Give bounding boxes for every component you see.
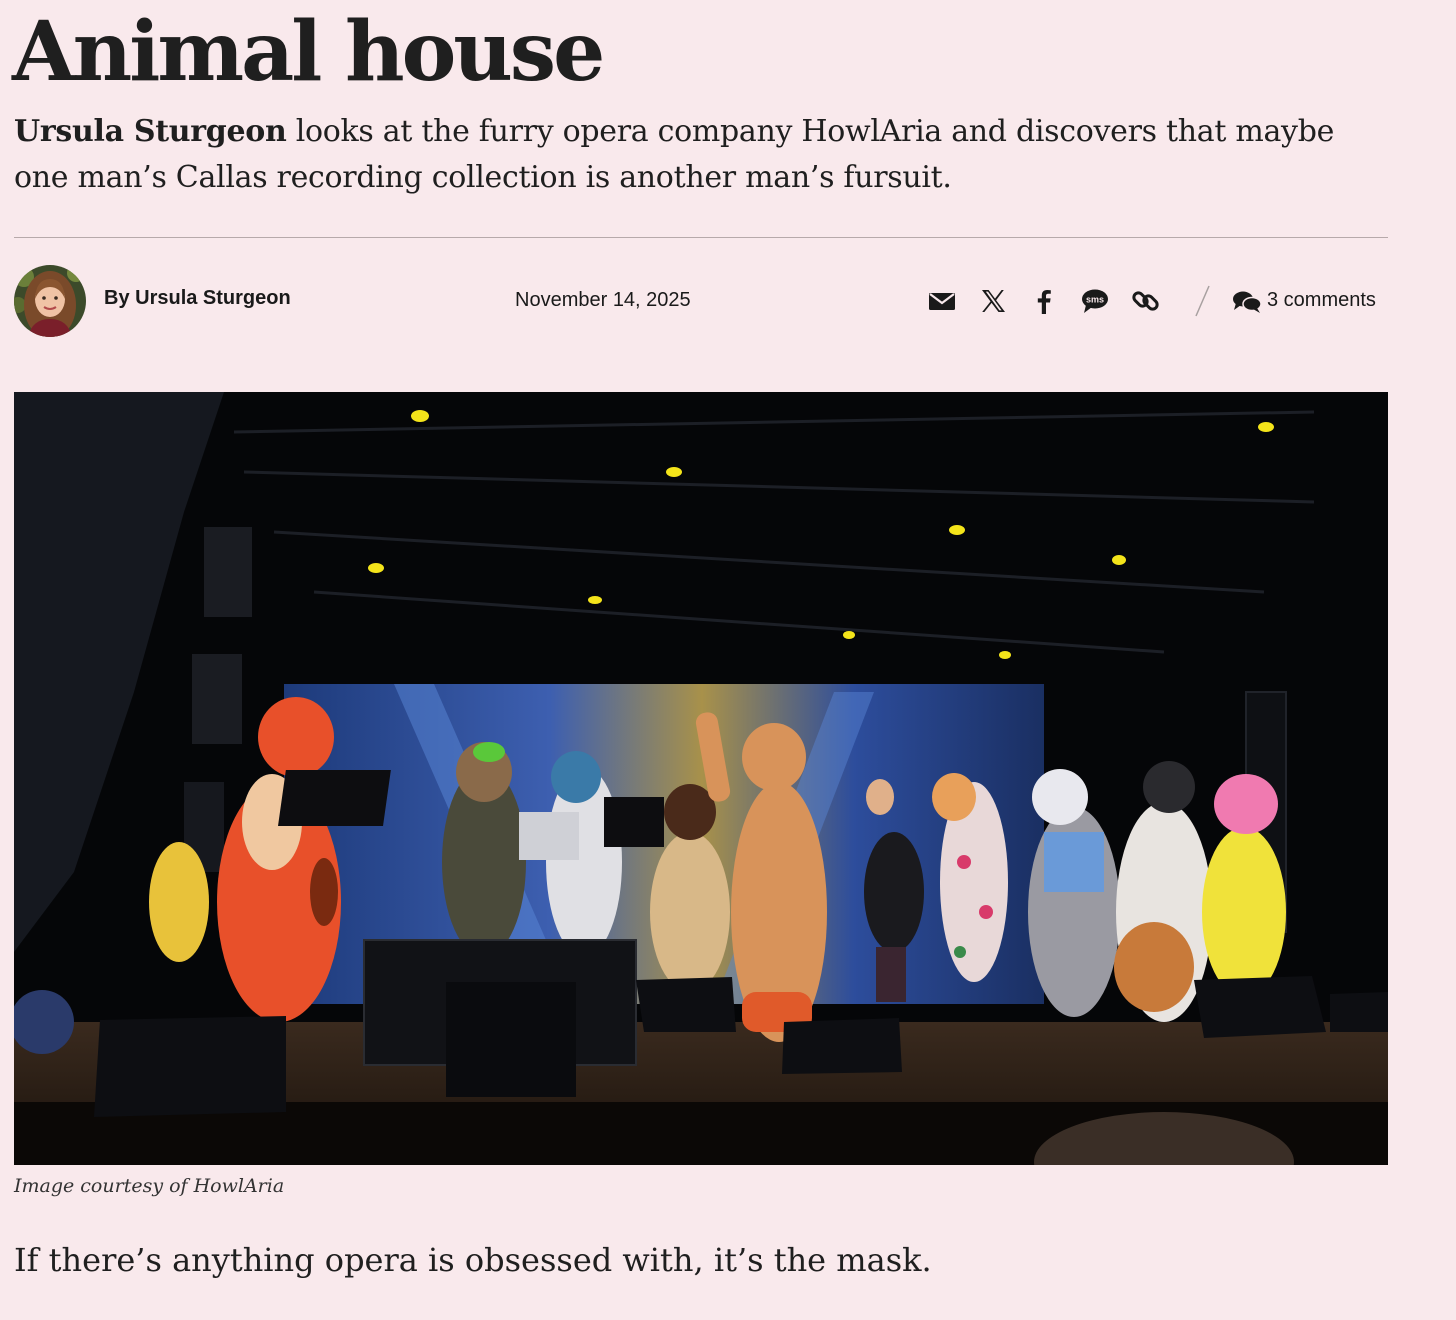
byline-author-link[interactable]: By Ursula Sturgeon — [104, 287, 291, 310]
byline-bar: By Ursula Sturgeon November 14, 2025 sms — [14, 265, 1388, 339]
link-icon[interactable] — [1130, 285, 1162, 317]
share-divider — [1190, 283, 1214, 319]
sms-icon-label: sms — [1086, 294, 1104, 304]
standfirst-author[interactable]: Ursula Sturgeon — [14, 114, 287, 149]
email-icon[interactable] — [926, 285, 958, 317]
header-divider — [14, 237, 1388, 238]
comments-icon — [1233, 291, 1262, 313]
article-title: Animal house — [12, 4, 605, 100]
author-avatar[interactable] — [14, 265, 86, 337]
article-first-paragraph: If there’s anything opera is obsessed wi… — [14, 1241, 932, 1279]
sms-icon[interactable]: sms — [1079, 285, 1111, 317]
comments-count: 3 comments — [1267, 289, 1376, 311]
facebook-icon[interactable] — [1028, 285, 1060, 317]
article-standfirst: Ursula Sturgeon looks at the furry opera… — [14, 109, 1394, 201]
x-icon[interactable] — [977, 285, 1009, 317]
image-caption: Image courtesy of HowlAria — [14, 1175, 285, 1197]
article-image — [14, 392, 1388, 1165]
publish-date: November 14, 2025 — [515, 289, 691, 311]
